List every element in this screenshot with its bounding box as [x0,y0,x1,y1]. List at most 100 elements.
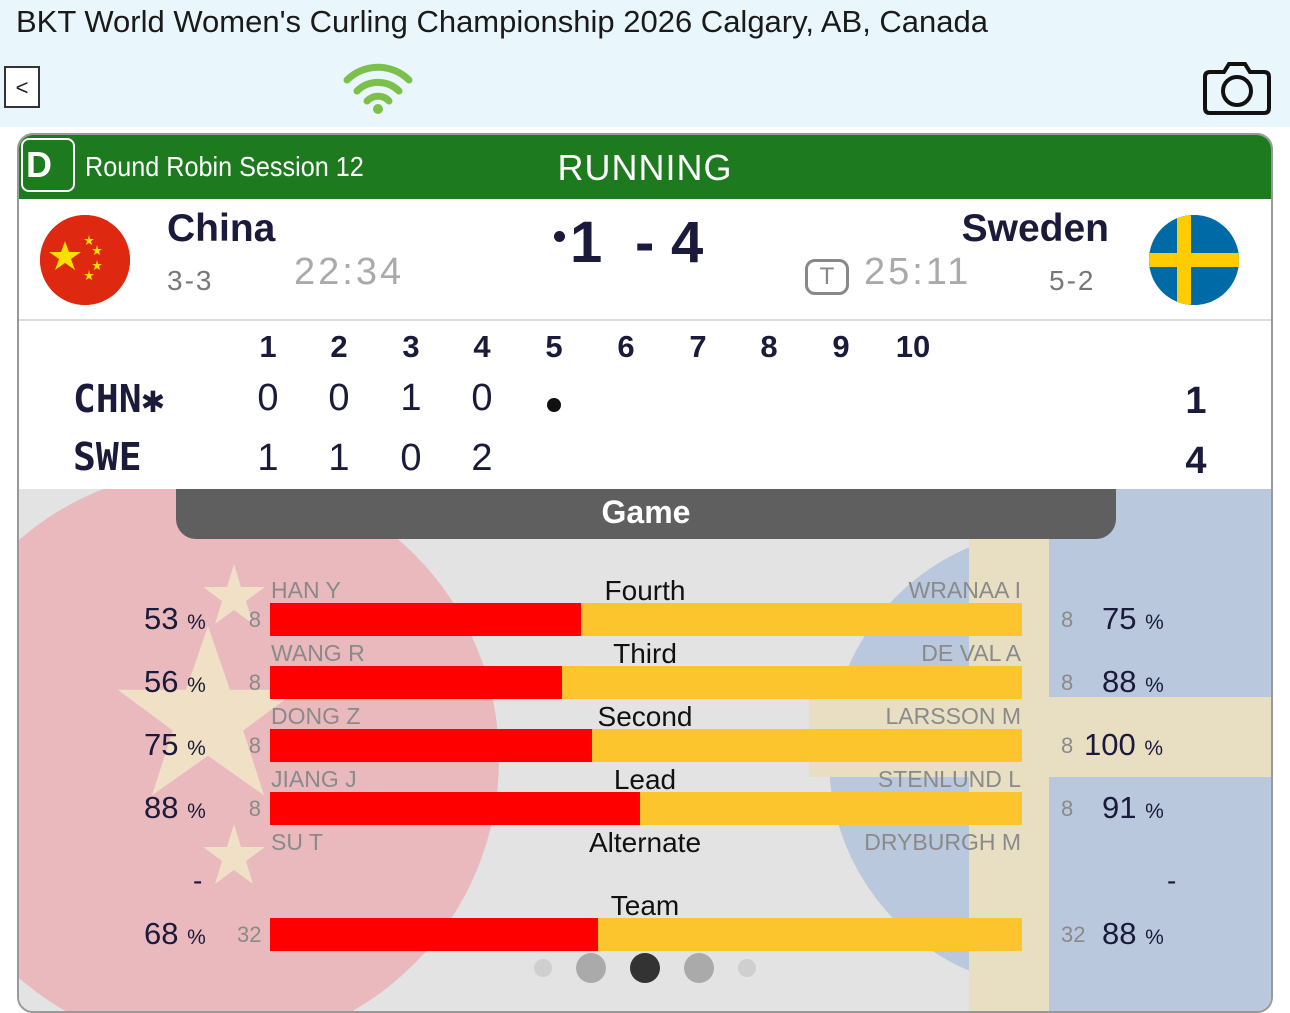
end-number: 1 [259,329,277,364]
home-accuracy-fill [270,918,598,951]
home-accuracy-fill [270,729,593,762]
away-shot-count: 8 [1061,733,1074,758]
home-player-name: JIANG J [271,766,357,792]
home-percentage: 53 % [144,601,206,637]
home-player-name: DONG Z [271,703,361,729]
home-thinking-time: 22:34 [294,251,405,293]
percentage-unit: % [187,737,206,760]
end-number: 9 [832,329,850,364]
away-shot-count: 8 [1061,796,1074,821]
away-percentage: 88 % [1102,916,1164,952]
page-dot[interactable] [684,953,714,983]
away-end-score: 1 [257,437,279,479]
player-stats-panel[interactable]: Game Fourth HAN Y WRANAA I 8 8 53 % 75 % Third W… [19,489,1271,1011]
camera-icon[interactable] [1202,60,1272,116]
game-status: RUNNING [557,147,733,188]
sweden-flag [1149,215,1239,305]
home-percentage: 88 % [144,790,206,826]
percentage-unit: % [187,926,206,949]
end-number: 3 [402,329,420,364]
away-player-name: WRANAA I [908,577,1021,603]
away-score: 4 [671,210,704,275]
percentage-unit: % [187,674,206,697]
home-shot-count: 8 [248,796,261,821]
percentage-unit: % [187,800,206,823]
away-total: 4 [1185,440,1207,482]
home-team-code: CHN✱ [73,377,165,421]
away-percentage: 88 % [1102,664,1164,700]
page-indicator[interactable] [0,953,1290,983]
end-number: 8 [760,329,778,364]
page-dot[interactable] [630,953,660,983]
percentage-value: 91 [1102,790,1137,825]
away-team-record: 5-2 [1049,265,1096,296]
away-player-name: STENLUND L [877,766,1021,792]
home-accuracy-fill [270,666,563,699]
wifi-icon [343,63,413,114]
percentage-unit: % [1145,674,1164,697]
percentage-unit: % [1144,737,1164,760]
home-end-score: 0 [471,377,493,419]
accuracy-bar [270,666,1022,699]
home-end-score: 0 [257,377,279,419]
end-number: 10 [895,329,931,364]
home-team-name: China [167,207,276,250]
home-player-name: HAN Y [271,577,341,603]
home-percentage: 75 % [144,727,206,763]
current-end-marker [547,398,561,412]
percentage-value: 68 [144,916,179,951]
home-score: 1 [570,210,603,275]
away-end-score: 2 [471,437,493,479]
timeout-icon: T [805,259,849,295]
game-status-bar: D Round Robin Session 12 RUNNING [19,135,1271,199]
page-dot[interactable] [534,959,552,977]
percentage-value: 75 [144,727,179,762]
away-percentage: 75 % [1102,601,1164,637]
away-team-name: Sweden [961,207,1109,250]
end-number: 7 [689,329,707,364]
game-card[interactable]: D Round Robin Session 12 RUNNING China 3… [17,133,1273,1013]
away-player-name: DRYBURGH M [864,829,1021,855]
percentage-value: 88 [144,790,179,825]
accuracy-bar [270,603,1022,636]
home-total: 1 [1185,380,1207,422]
hammer-indicator [554,231,565,242]
home-percentage: 68 % [144,916,206,952]
away-end-score: 1 [328,437,350,479]
position-label: Alternate [588,827,702,858]
away-shot-count: 32 [1061,922,1086,947]
accuracy-bar [270,729,1022,762]
percentage-value: 53 [144,601,179,636]
away-shot-count: 8 [1061,607,1074,632]
percentage-unit: % [187,611,206,634]
home-shot-count: 8 [248,607,261,632]
score-separator: - [635,210,655,275]
percentage-value: 100 [1084,727,1136,762]
end-number: 5 [545,329,563,364]
percentage-value: 88 [1102,664,1137,699]
away-end-score: 0 [400,437,422,479]
end-number: 6 [617,329,635,364]
percentage-value: 56 [144,664,179,699]
event-title: BKT World Women's Curling Championship 2… [16,4,989,39]
page-dot[interactable] [576,953,606,983]
china-flag [40,215,130,305]
home-team-record: 3-3 [167,265,214,296]
end-number: 2 [330,329,348,364]
home-player-name: WANG R [271,640,365,666]
score-header: China 3-3 22:34 1 - 4 T 25:11 Sweden 5-2 [19,199,1271,319]
game-tab[interactable]: Game [176,489,1116,539]
home-end-score: 1 [400,377,422,419]
away-percentage: 100 % [1084,727,1163,763]
linescore: 1 2 3 4 5 6 7 8 9 10 CHN✱ SWE 0010 1102 1 4 [19,319,1271,491]
home-shot-count: 8 [248,670,261,695]
home-shot-count: 8 [248,733,261,758]
percentage-unit: % [1145,926,1164,949]
home-end-score: 0 [328,377,350,419]
back-button[interactable]: < [4,66,40,108]
percentage-unit: % [1145,611,1164,634]
page-dot[interactable] [738,959,756,977]
away-player-name: LARSSON M [885,703,1021,729]
accuracy-bar [270,918,1022,951]
away-team-code: SWE [73,435,142,479]
